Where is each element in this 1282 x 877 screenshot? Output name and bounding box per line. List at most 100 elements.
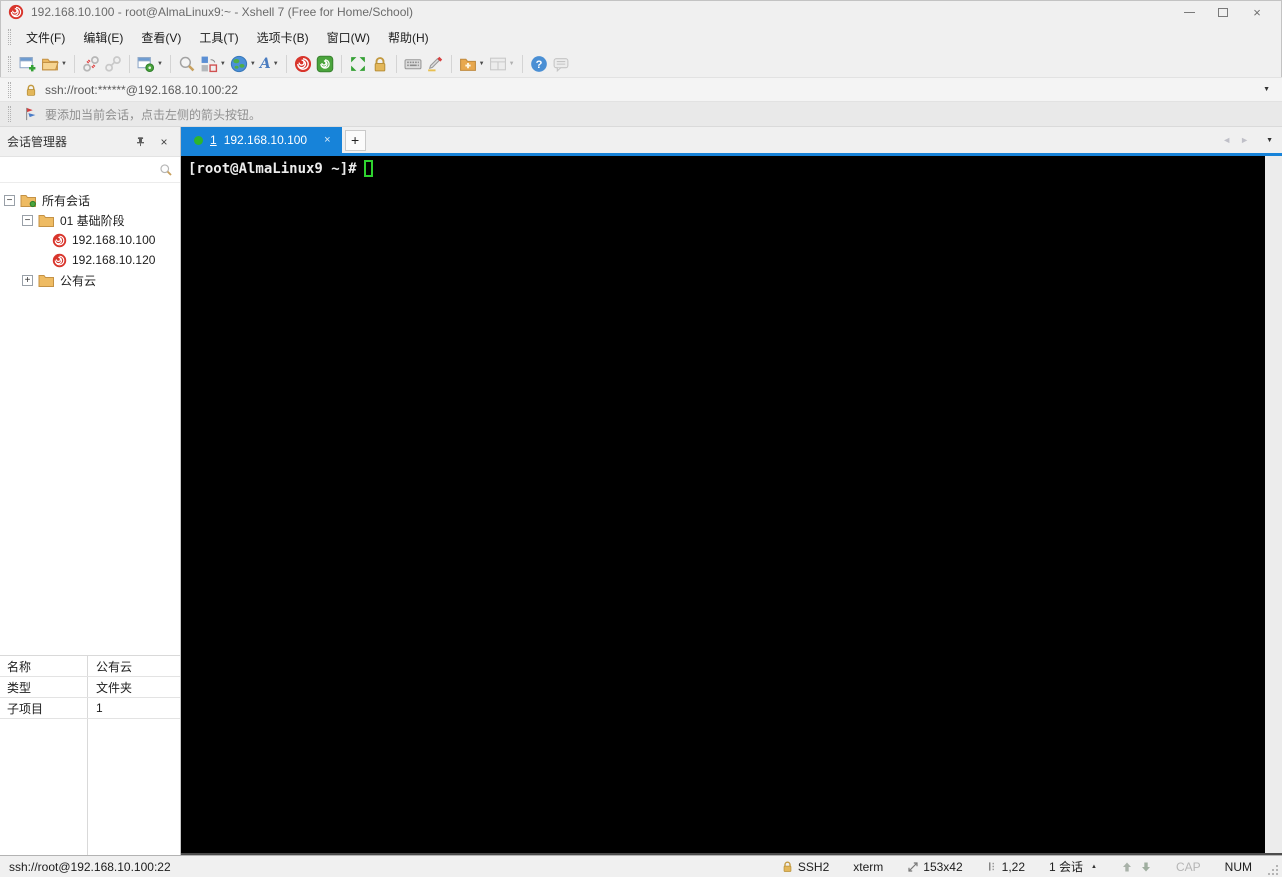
tree-item-folder-01[interactable]: − 01 基础阶段 [0, 210, 180, 230]
info-bar: 要添加当前会话，点击左侧的箭头按钮。 [0, 102, 1282, 127]
xshell-button[interactable] [292, 52, 314, 76]
menu-file[interactable]: 文件(F) [17, 25, 74, 50]
title-bar: 192.168.10.100 - root@AlmaLinux9:~ - Xsh… [0, 0, 1282, 24]
terminal-cursor [363, 160, 373, 177]
tree-item-label: 公有云 [60, 273, 97, 288]
flag-icon [26, 107, 36, 121]
properties-button[interactable]: ▼ [135, 52, 165, 76]
close-button[interactable]: × [1240, 1, 1274, 23]
layout-button[interactable]: ▼ [487, 52, 517, 76]
search-icon [160, 163, 172, 176]
connected-status-icon [194, 135, 203, 145]
new-tab-button[interactable]: + [344, 129, 366, 151]
tree-item-session-120[interactable]: 192.168.10.120 [0, 250, 180, 270]
reconnect-button[interactable] [102, 52, 124, 76]
chevron-down-icon[interactable]: ▼ [220, 61, 226, 67]
menu-view[interactable]: 查看(V) [132, 25, 190, 50]
tree-item-all-sessions[interactable]: − 所有会话 [0, 190, 180, 210]
resize-grip[interactable] [1266, 863, 1280, 877]
drag-grip[interactable] [8, 55, 11, 72]
address-dropdown-icon[interactable]: ▼ [1263, 86, 1276, 93]
chevron-down-icon[interactable]: ▼ [509, 61, 515, 67]
new-session-icon [19, 56, 36, 71]
chevron-down-icon[interactable]: ▼ [273, 61, 279, 67]
status-terminal-type[interactable]: xterm [845, 860, 891, 874]
drag-grip[interactable] [8, 81, 11, 98]
menu-tools[interactable]: 工具(T) [190, 25, 247, 50]
menu-help[interactable]: 帮助(H) [379, 25, 438, 50]
minimize-button[interactable] [1172, 1, 1206, 23]
status-terminal-size[interactable]: 153x42 [899, 860, 970, 874]
help-button[interactable]: ? [528, 52, 550, 76]
open-button[interactable]: ▼ [39, 52, 69, 76]
session-search-input[interactable] [0, 157, 180, 183]
tab-close-icon[interactable]: × [324, 134, 330, 146]
status-right: SSH2 xterm 153x42 1,22 1 会话 ▲ CAP NUM [773, 857, 1282, 877]
keyboard-icon [404, 58, 422, 69]
properties-table: 名称 公有云 类型 文件夹 子项目 1 [0, 655, 180, 719]
tab-list-dropdown-icon[interactable]: ▼ [1266, 137, 1273, 144]
menu-tabs[interactable]: 选项卡(B) [248, 25, 318, 50]
window-title: 192.168.10.100 - root@AlmaLinux9:~ - Xsh… [31, 5, 414, 19]
protocol-label: SSH2 [797, 859, 830, 874]
arrange-tabs-button[interactable]: ▼ [198, 52, 228, 76]
address-bar[interactable]: ssh://root:******@192.168.10.100:22 ▼ [0, 78, 1282, 102]
status-url: ssh://root@192.168.10.100:22 [9, 859, 171, 874]
encoding-button[interactable]: ▼ [228, 52, 258, 76]
collapse-icon[interactable]: − [4, 194, 15, 206]
main-area: 会话管理器 × − 所有会话 − 01 基础阶段 192.168.10.100 … [0, 127, 1282, 855]
tab-session-active[interactable]: 1 192.168.10.100 × [181, 127, 342, 153]
status-protocol[interactable]: SSH2 [773, 860, 837, 874]
panel-close-icon[interactable]: × [155, 133, 173, 151]
maximize-button[interactable] [1206, 1, 1240, 23]
drag-grip[interactable] [8, 106, 11, 122]
menu-edit[interactable]: 编辑(E) [74, 25, 132, 50]
drag-grip[interactable] [8, 29, 11, 45]
menu-window[interactable]: 窗口(W) [318, 25, 379, 50]
terminal[interactable]: [root@AlmaLinux9 ~]# [181, 156, 1282, 855]
xftp-button[interactable] [314, 52, 336, 76]
property-key: 名称 [0, 656, 88, 676]
lock-icon [26, 84, 36, 96]
lock-screen-button[interactable] [369, 52, 391, 76]
scroll-down-icon[interactable] [1140, 861, 1152, 873]
chevron-down-icon[interactable]: ▼ [61, 61, 67, 67]
terminal-scrollbar[interactable] [1265, 156, 1282, 853]
chevron-down-icon[interactable]: ▼ [157, 61, 163, 67]
property-value: 公有云 [96, 659, 133, 674]
collapse-icon[interactable]: − [22, 214, 33, 226]
status-num-lock: NUM [1217, 860, 1254, 874]
disconnect-button[interactable] [80, 52, 102, 76]
highlighter-icon [427, 56, 442, 71]
pin-icon[interactable] [131, 133, 149, 151]
new-folder-button[interactable]: ▼ [457, 52, 487, 76]
session-tree: − 所有会话 − 01 基础阶段 192.168.10.100 192.168.… [0, 183, 180, 655]
session-list-caret-icon: ▲ [1091, 863, 1097, 870]
tree-item-label: 192.168.10.120 [72, 253, 156, 267]
find-button[interactable] [176, 52, 198, 76]
highlighter-button[interactable] [424, 52, 446, 76]
terminal-screen[interactable]: [root@AlmaLinux9 ~]# [181, 156, 1265, 853]
chevron-down-icon[interactable]: ▼ [250, 61, 256, 67]
virtual-keyboard-button[interactable] [402, 52, 424, 76]
tree-item-label: 所有会话 [42, 193, 91, 208]
tab-scroll-right-icon[interactable]: ► [1240, 135, 1249, 145]
feedback-button[interactable] [550, 52, 572, 76]
status-cursor-position[interactable]: 1,22 [979, 860, 1033, 874]
chevron-down-icon[interactable]: ▼ [479, 61, 485, 67]
toolbar-separator [169, 54, 171, 73]
tab-scroll-left-icon[interactable]: ◄ [1222, 135, 1231, 145]
tree-item-session-100[interactable]: 192.168.10.100 [0, 230, 180, 250]
scroll-up-icon[interactable] [1121, 861, 1133, 873]
status-session-count[interactable]: 1 会话 ▲ [1041, 858, 1105, 875]
tree-item-folder-cloud[interactable]: + 公有云 [0, 270, 180, 290]
app-logo-icon [8, 4, 24, 20]
font-button[interactable]: A ▼ [258, 52, 281, 76]
folder-icon [38, 274, 54, 287]
fullscreen-button[interactable] [347, 52, 369, 76]
cursor-position-label: 1,22 [1001, 859, 1026, 874]
expand-icon[interactable]: + [22, 274, 33, 286]
window-controls: × [1172, 1, 1274, 23]
new-session-button[interactable] [17, 52, 39, 76]
disconnect-icon [83, 55, 99, 72]
